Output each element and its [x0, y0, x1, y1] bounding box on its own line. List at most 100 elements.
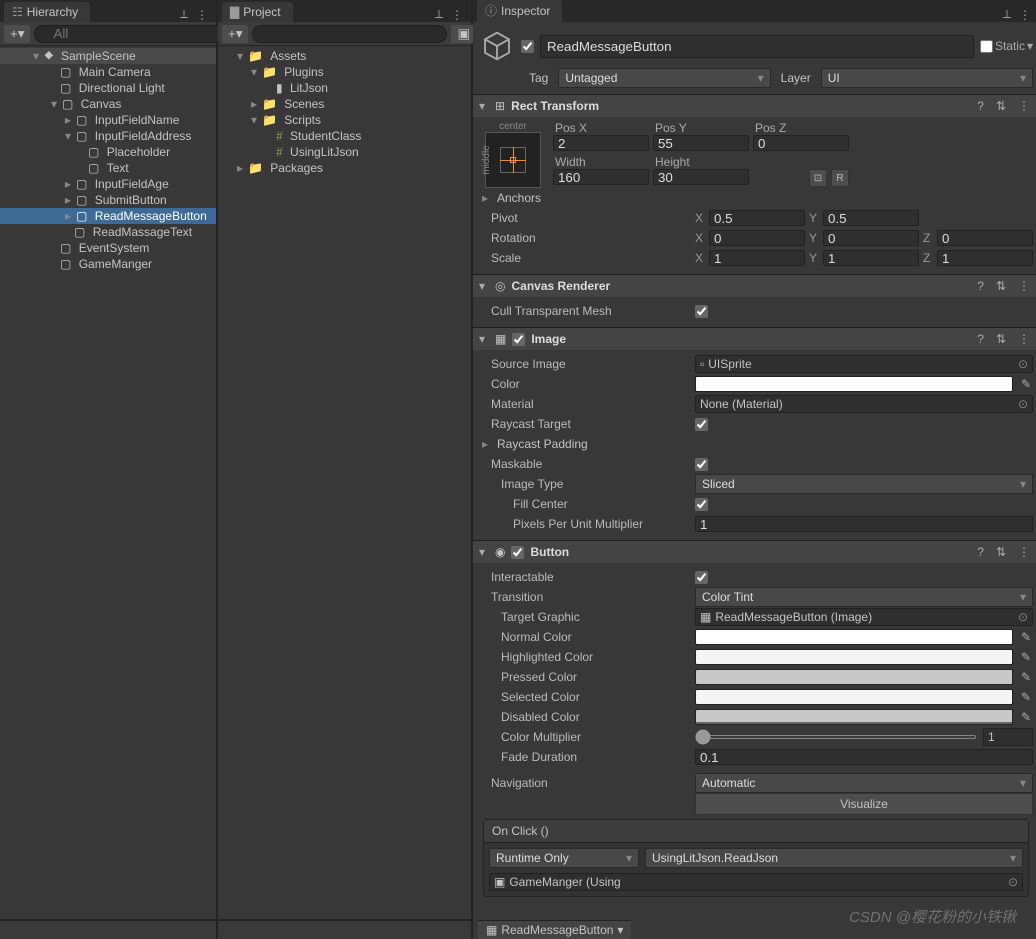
ppu-input[interactable]	[695, 516, 1033, 532]
object-picker-icon[interactable]: ⊙	[1018, 357, 1028, 371]
tree-item-selected[interactable]: ▢ ReadMessageButton	[0, 208, 216, 224]
tree-item[interactable]: ▢ Directional Light	[0, 80, 216, 96]
pivot-x-input[interactable]	[709, 210, 805, 226]
raw-edit-button[interactable]: R	[831, 169, 849, 187]
tree-item[interactable]: ▢ Placeholder	[0, 144, 216, 160]
help-icon[interactable]: ?	[974, 99, 987, 113]
script-item[interactable]: # StudentClass	[218, 128, 471, 144]
foldout-icon[interactable]: ▾	[479, 99, 489, 113]
blueprint-button[interactable]: ⊡	[809, 169, 827, 187]
cull-checkbox[interactable]	[695, 305, 708, 318]
material-field[interactable]: None (Material)⊙	[695, 395, 1033, 413]
component-enabled-checkbox[interactable]	[511, 546, 524, 559]
eyedropper-icon[interactable]: ✎	[1017, 650, 1033, 664]
folder-item[interactable]: 📁 Packages	[218, 160, 471, 176]
folder-item[interactable]: 📁 Assets	[218, 48, 471, 64]
panel-menu-icon[interactable]: ⋮	[1015, 8, 1035, 22]
menu-icon[interactable]: ⋮	[1015, 545, 1033, 559]
eyedropper-icon[interactable]: ✎	[1017, 690, 1033, 704]
component-header[interactable]: ▾ ◉ Button ? ⇅ ⋮	[473, 541, 1036, 563]
preset-icon[interactable]: ⇅	[993, 545, 1009, 559]
object-picker-icon[interactable]: ⊙	[1008, 875, 1018, 889]
maskable-checkbox[interactable]	[695, 458, 708, 471]
menu-icon[interactable]: ⋮	[1015, 99, 1033, 113]
width-input[interactable]	[553, 169, 649, 185]
height-input[interactable]	[653, 169, 749, 185]
rot-x-input[interactable]	[709, 230, 805, 246]
tag-dropdown[interactable]: Untagged▾	[558, 68, 770, 88]
fill-center-checkbox[interactable]	[695, 498, 708, 511]
panel-menu-icon[interactable]: ⋮	[192, 8, 212, 22]
project-tab[interactable]: ▇Project	[222, 2, 293, 22]
add-button[interactable]: +▾	[222, 25, 248, 43]
active-checkbox[interactable]	[521, 40, 534, 53]
help-icon[interactable]: ?	[974, 279, 987, 293]
foldout-icon[interactable]: ▾	[479, 279, 489, 293]
object-picker-icon[interactable]: ⊙	[1018, 397, 1028, 411]
raycast-checkbox[interactable]	[695, 418, 708, 431]
eyedropper-icon[interactable]: ✎	[1017, 710, 1033, 724]
panel-lock-icon[interactable]: ⟂	[999, 7, 1015, 22]
project-search-input[interactable]	[252, 25, 447, 43]
scale-y-input[interactable]	[823, 250, 919, 266]
chevron-down-icon[interactable]: ▾	[1027, 39, 1033, 53]
scene-row[interactable]: ⯁ SampleScene	[0, 48, 216, 64]
menu-icon[interactable]: ⋮	[1015, 332, 1033, 346]
tree-item[interactable]: ▢ Text	[0, 160, 216, 176]
tree-item[interactable]: ▢ InputFieldAddress	[0, 128, 216, 144]
source-image-field[interactable]: ▫UISprite⊙	[695, 355, 1033, 373]
panel-lock-icon[interactable]: ⟂	[176, 7, 192, 22]
folder-item[interactable]: 📁 Scenes	[218, 96, 471, 112]
tree-item[interactable]: ▢ InputFieldName	[0, 112, 216, 128]
runtime-dropdown[interactable]: Runtime Only▾	[489, 848, 639, 868]
hierarchy-search-input[interactable]	[34, 25, 239, 43]
rot-y-input[interactable]	[823, 230, 919, 246]
highlighted-color-field[interactable]	[695, 649, 1013, 665]
posz-input[interactable]	[753, 135, 849, 151]
tree-item[interactable]: ▢ InputFieldAge	[0, 176, 216, 192]
navigation-dropdown[interactable]: Automatic▾	[695, 773, 1033, 793]
hierarchy-tab[interactable]: ☷Hierarchy	[4, 2, 90, 22]
folder-item[interactable]: 📁 Plugins	[218, 64, 471, 80]
tree-item[interactable]: ▢ Canvas	[0, 96, 216, 112]
transition-dropdown[interactable]: Color Tint▾	[695, 587, 1033, 607]
tree-item[interactable]: ▢ SubmitButton	[0, 192, 216, 208]
menu-icon[interactable]: ⋮	[1015, 279, 1033, 293]
component-header[interactable]: ▾ ▦ Image ? ⇅ ⋮	[473, 328, 1036, 350]
color-field[interactable]	[695, 376, 1013, 392]
help-icon[interactable]: ?	[974, 545, 987, 559]
posx-input[interactable]	[553, 135, 649, 151]
tree-item[interactable]: ▢ GameManger	[0, 256, 216, 272]
anchor-preset-button[interactable]: middle	[485, 132, 541, 188]
preset-icon[interactable]: ⇅	[993, 279, 1009, 293]
component-enabled-checkbox[interactable]	[512, 333, 525, 346]
file-item[interactable]: ▮ LitJson	[218, 80, 471, 96]
inspector-tab[interactable]: ⓘInspector	[477, 0, 562, 22]
preset-icon[interactable]: ⇅	[993, 99, 1009, 113]
disabled-color-field[interactable]	[695, 709, 1013, 725]
function-dropdown[interactable]: UsingLitJson.ReadJson▾	[645, 848, 1023, 868]
normal-color-field[interactable]	[695, 629, 1013, 645]
event-target-field[interactable]: ▣GameManger (Using⊙	[489, 873, 1023, 891]
folder-item[interactable]: 📁 Scripts	[218, 112, 471, 128]
panel-lock-icon[interactable]: ⟂	[431, 7, 447, 22]
static-checkbox[interactable]	[980, 40, 993, 53]
color-multiplier-slider[interactable]	[695, 735, 977, 739]
pivot-y-input[interactable]	[823, 210, 919, 226]
object-picker-icon[interactable]: ⊙	[1018, 610, 1028, 624]
eyedropper-icon[interactable]: ✎	[1017, 630, 1033, 644]
script-item[interactable]: # UsingLitJson	[218, 144, 471, 160]
tree-item[interactable]: ▢ ReadMassageText	[0, 224, 216, 240]
object-name-input[interactable]	[540, 35, 974, 58]
foldout-icon[interactable]: ▾	[479, 545, 489, 559]
interactable-checkbox[interactable]	[695, 571, 708, 584]
posy-input[interactable]	[653, 135, 749, 151]
help-icon[interactable]: ?	[974, 332, 987, 346]
fade-duration-input[interactable]	[695, 749, 1033, 765]
pressed-color-field[interactable]	[695, 669, 1013, 685]
layer-dropdown[interactable]: UI▾	[821, 68, 1033, 88]
tree-item[interactable]: ▢ EventSystem	[0, 240, 216, 256]
target-graphic-field[interactable]: ▦ReadMessageButton (Image)⊙	[695, 608, 1033, 626]
panel-menu-icon[interactable]: ⋮	[447, 8, 467, 22]
scale-x-input[interactable]	[709, 250, 805, 266]
